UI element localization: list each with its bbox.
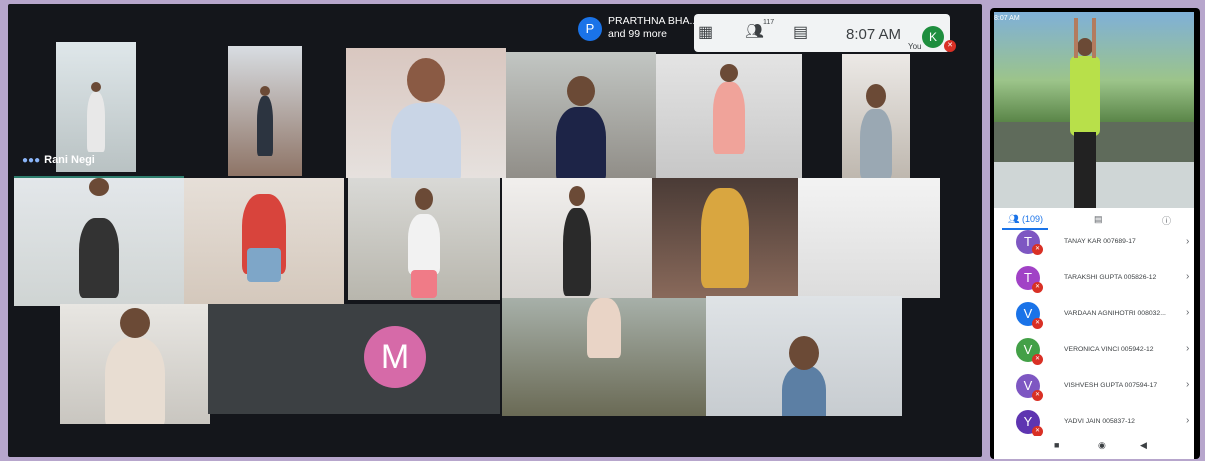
self-avatar: K	[922, 26, 944, 48]
phone-screen: 8:07 AM 👥︎ (109) ▤ ⓘ T ✕ TANAY KAR 00768…	[990, 8, 1200, 459]
pinned-name: Rani Negi	[44, 154, 95, 166]
chevron-right-icon: ›	[1186, 379, 1190, 390]
video-tile[interactable]	[506, 52, 656, 182]
video-tile[interactable]	[60, 304, 210, 424]
video-tile[interactable]	[228, 46, 302, 176]
list-item[interactable]: V ✕ VARDAAN AGNIHOTRI 008032... ›	[994, 296, 1194, 332]
participant-name: YADVI JAIN 005837-12	[1064, 418, 1135, 425]
chevron-right-icon: ›	[1186, 415, 1190, 426]
presenter-avatar: P	[578, 17, 602, 41]
participants-panel: 👥︎ (109) ▤ ⓘ T ✕ TANAY KAR 007689-17 › T…	[994, 208, 1194, 459]
home-button[interactable]: ◉	[1098, 440, 1106, 451]
avatar-tile[interactable]	[208, 304, 500, 414]
speaking-indicator-icon: ●●●	[22, 155, 41, 166]
video-tile[interactable]	[184, 178, 344, 304]
list-item[interactable]: Y ✕ YADVI JAIN 005837-12 ›	[994, 404, 1194, 440]
participant-name: VARDAAN AGNIHOTRI 008032...	[1064, 310, 1166, 317]
presenter-name: PRARTHNA BHA...	[608, 15, 699, 27]
mic-off-icon: ✕	[1032, 282, 1043, 293]
video-tile[interactable]	[348, 178, 500, 300]
list-item[interactable]: V ✕ VERONICA VINCI 005942-12 ›	[994, 332, 1194, 368]
back-button[interactable]: ◀	[1140, 440, 1147, 451]
participant-name: VERONICA VINCI 005942-12	[1064, 346, 1154, 353]
participant-count: 117	[763, 19, 775, 26]
list-item[interactable]: T ✕ TARAKSHI GUPTA 005826-12 ›	[994, 260, 1194, 296]
recents-button[interactable]: ■	[1054, 440, 1059, 450]
video-tile[interactable]	[798, 178, 940, 298]
presenter-info: PRARTHNA BHA... and 99 more	[608, 15, 698, 41]
chat-icon[interactable]: ▤	[793, 22, 808, 42]
participant-name-label: ●●● Rani Negi	[22, 154, 95, 166]
status-bar-time: 8:07 AM	[994, 15, 1020, 22]
participant-name: VISHVESH GUPTA 007594-17	[1064, 382, 1158, 389]
grid-layout-icon[interactable]: ▦	[698, 22, 713, 42]
video-tile[interactable]	[502, 178, 652, 300]
presenter-video[interactable]	[994, 12, 1194, 208]
mic-off-icon: ✕	[944, 40, 956, 52]
video-tile[interactable]	[502, 298, 706, 416]
participant-name: TANAY KAR 007689-17	[1064, 238, 1136, 245]
video-tile[interactable]	[346, 48, 506, 178]
video-tile[interactable]	[706, 296, 902, 416]
chevron-right-icon: ›	[1186, 271, 1190, 282]
mic-off-icon: ✕	[1032, 390, 1043, 401]
list-item[interactable]: V ✕ VISHVESH GUPTA 007594-17 ›	[994, 368, 1194, 404]
mic-off-icon: ✕	[1032, 244, 1043, 255]
presenter-more: and 99 more	[608, 28, 667, 40]
clock: 8:07 AM	[846, 26, 902, 43]
video-tile[interactable]	[842, 54, 910, 182]
video-tile[interactable]	[56, 42, 136, 172]
you-label: You	[908, 42, 922, 51]
meeting-screen: ●●● Rani Negi M P PRARTHNA BHA... and 99 …	[8, 4, 982, 457]
participant-name: TARAKSHI GUPTA 005826-12	[1064, 274, 1157, 281]
chevron-right-icon: ›	[1186, 236, 1190, 247]
android-nav-bar: ■ ◉ ◀	[994, 436, 1194, 457]
video-tile[interactable]	[14, 176, 184, 306]
chevron-right-icon: ›	[1186, 343, 1190, 354]
list-item[interactable]: T ✕ TANAY KAR 007689-17 ›	[994, 222, 1194, 258]
video-tile[interactable]	[652, 178, 798, 300]
chevron-right-icon: ›	[1186, 307, 1190, 318]
video-tile[interactable]	[656, 54, 802, 182]
mic-off-icon: ✕	[1032, 318, 1043, 329]
people-icon[interactable]: 👥︎	[745, 22, 764, 40]
participant-avatar: M	[364, 326, 426, 388]
mic-off-icon: ✕	[1032, 354, 1043, 365]
